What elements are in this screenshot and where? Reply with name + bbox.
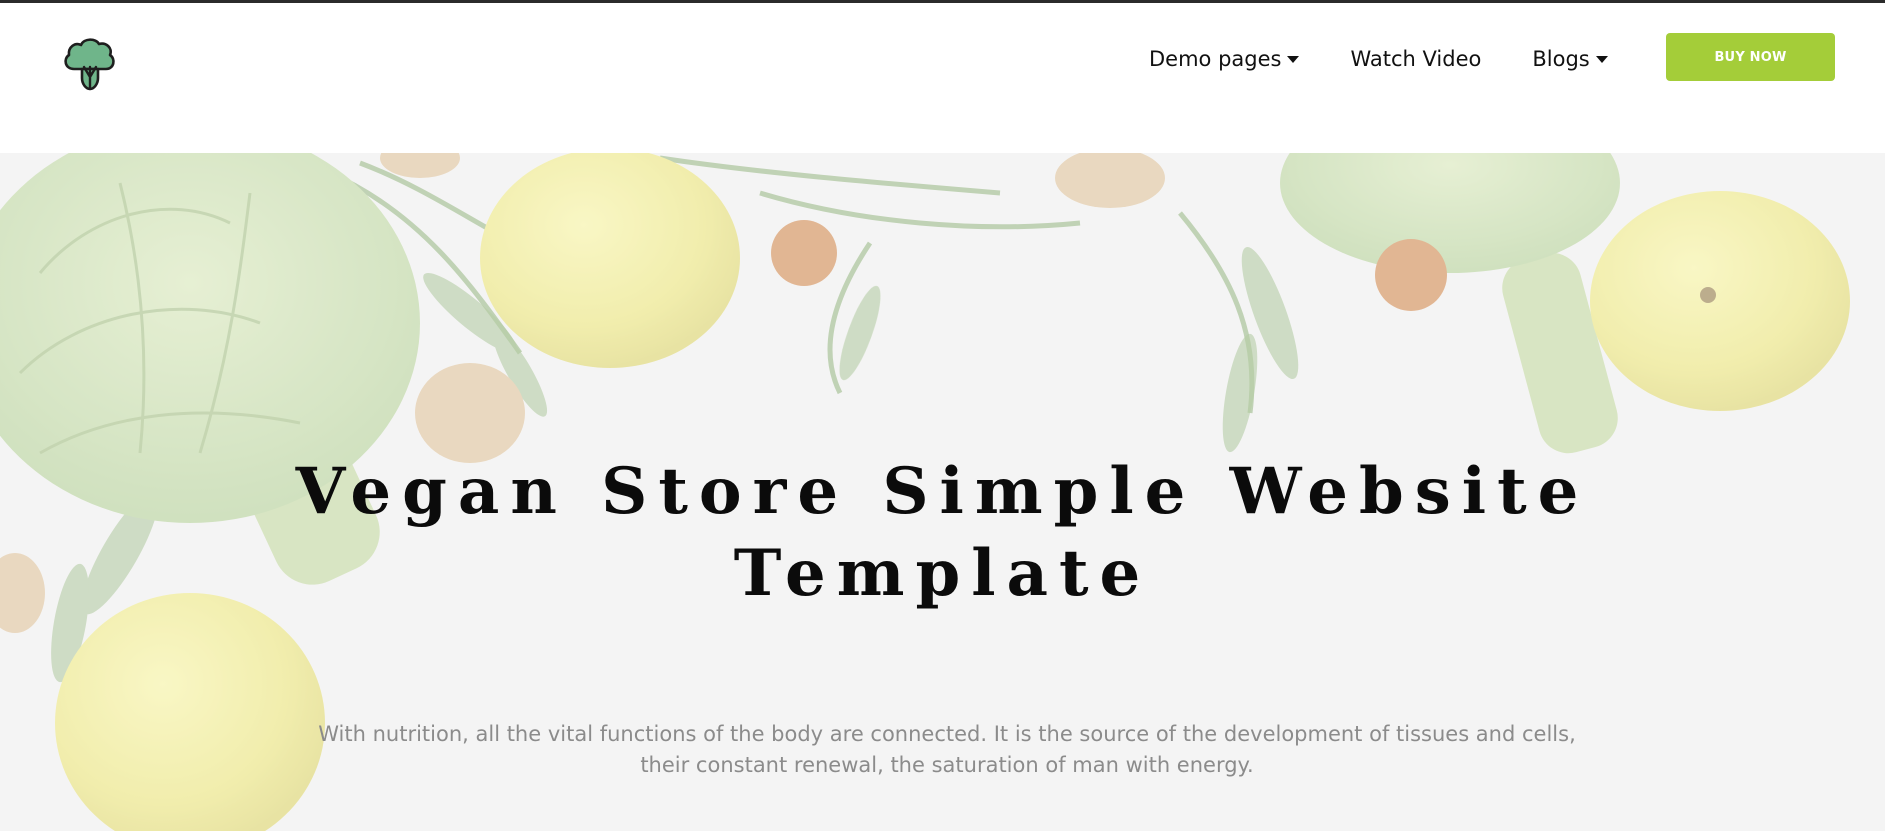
nav-demo-pages[interactable]: Demo pages [1149, 47, 1300, 71]
hero-section: Vegan Store Simple Website Template With… [0, 153, 1885, 831]
caret-down-icon [1595, 55, 1608, 63]
nav-watch-video-label: Watch Video [1350, 47, 1482, 71]
hero-title: Vegan Store Simple Website Template [0, 451, 1885, 615]
site-header: Demo pages Watch Video Blogs BUY NOW [0, 3, 1885, 153]
hero-description: With nutrition, all the vital functions … [262, 719, 1632, 781]
nav-blogs-label: Blogs [1532, 47, 1590, 71]
broccoli-logo-icon[interactable] [58, 33, 122, 97]
hero-title-line-1: Vegan Store Simple Website [295, 454, 1590, 529]
caret-down-icon [1287, 55, 1300, 63]
nav-demo-pages-label: Demo pages [1149, 47, 1282, 71]
hero-title-line-2: Template [733, 536, 1152, 611]
main-nav: Demo pages Watch Video Blogs [1149, 39, 1608, 79]
hero-description-line-1: With nutrition, all the vital functions … [318, 722, 1576, 746]
nav-blogs[interactable]: Blogs [1532, 47, 1608, 71]
buy-now-button[interactable]: BUY NOW [1666, 33, 1835, 81]
nav-watch-video[interactable]: Watch Video [1350, 47, 1481, 71]
hero-description-line-2: their constant renewal, the saturation o… [640, 753, 1254, 777]
